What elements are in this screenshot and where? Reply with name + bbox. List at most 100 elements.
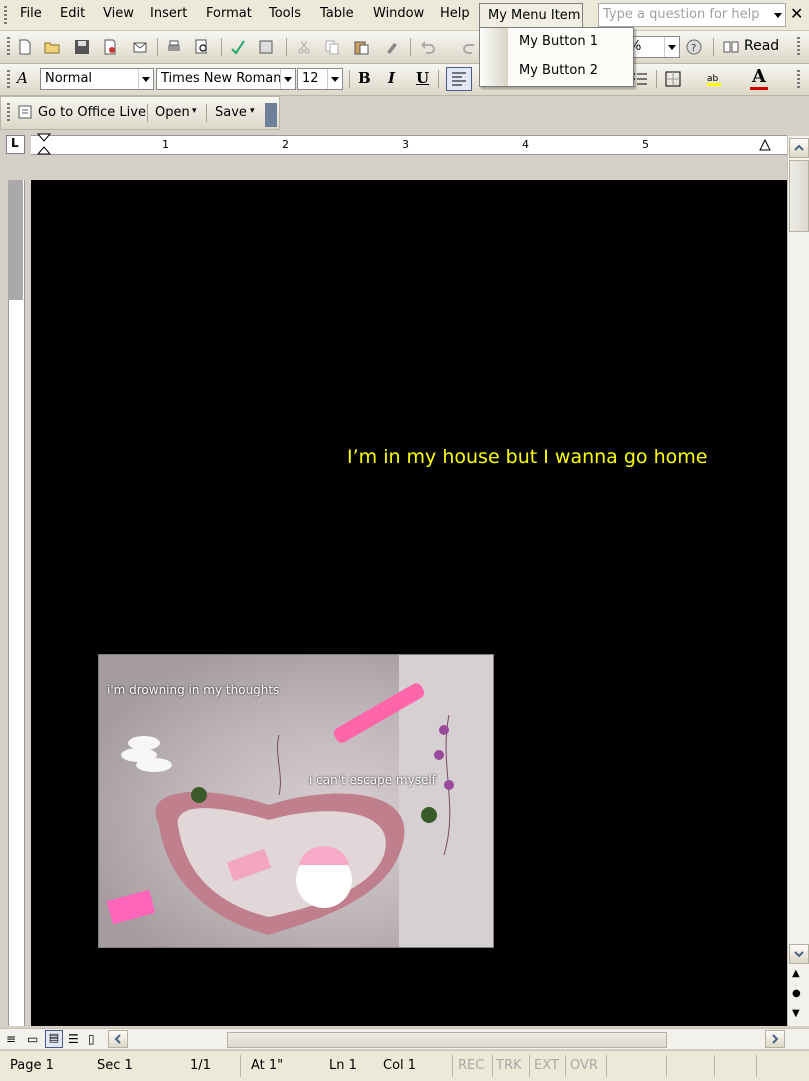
font-size-dropdown-arrow[interactable]: [327, 69, 342, 89]
paste-icon[interactable]: [353, 39, 369, 55]
vertical-scroll-thumb[interactable]: [789, 160, 809, 232]
cut-icon[interactable]: [296, 39, 312, 55]
vertical-ruler-track[interactable]: [8, 180, 25, 1026]
menu-table[interactable]: Table: [320, 6, 354, 21]
toolbar-options-grip[interactable]: [797, 37, 800, 57]
research-icon[interactable]: [258, 39, 274, 55]
italic-button[interactable]: I: [388, 69, 395, 87]
go-to-office-live-button[interactable]: Go to Office Live: [38, 105, 146, 120]
open-folder-icon[interactable]: [44, 39, 60, 55]
status-ext[interactable]: EXT: [534, 1058, 559, 1073]
copy-icon[interactable]: [324, 39, 340, 55]
print-preview-icon[interactable]: [194, 39, 210, 55]
menu-edit[interactable]: Edit: [60, 6, 85, 21]
read-book-icon[interactable]: [723, 39, 739, 55]
status-separator: [714, 1055, 715, 1077]
bathtub-scene-illustration: [106, 655, 493, 947]
status-trk[interactable]: TRK: [496, 1058, 522, 1073]
font-color-icon[interactable]: A: [752, 66, 766, 87]
new-document-icon[interactable]: [17, 39, 33, 55]
ruler-track[interactable]: 1 2 3 4 5: [31, 133, 787, 157]
document-text[interactable]: I’m in my house but I wanna go home: [347, 446, 707, 468]
bullets-icon[interactable]: [632, 71, 648, 87]
save-chevron-down-icon: ▾: [250, 106, 255, 116]
scroll-right-button[interactable]: [765, 1030, 785, 1048]
open-menu-button[interactable]: Open: [155, 105, 190, 120]
status-rec[interactable]: REC: [458, 1058, 484, 1073]
menu-tools[interactable]: Tools: [269, 6, 301, 21]
web-layout-view-icon[interactable]: ▭: [27, 1032, 38, 1046]
undo-icon[interactable]: [420, 39, 436, 55]
outline-view-icon[interactable]: ☰: [68, 1032, 79, 1046]
align-left-button[interactable]: [446, 67, 472, 91]
menu-insert[interactable]: Insert: [150, 6, 187, 21]
status-ovr[interactable]: OVR: [570, 1058, 598, 1073]
style-combo[interactable]: Normal: [40, 68, 154, 90]
vertical-ruler: [0, 160, 31, 1026]
spelling-icon[interactable]: [230, 39, 246, 55]
my-button-2[interactable]: My Button 2: [519, 63, 598, 78]
ruler-number: 3: [402, 138, 409, 151]
highlight-icon[interactable]: ab: [706, 71, 722, 87]
menu-file[interactable]: File: [20, 6, 42, 21]
menu-view[interactable]: View: [103, 6, 134, 21]
toolbar-separator: [221, 38, 222, 56]
font-dropdown-arrow[interactable]: [280, 69, 295, 89]
font-combo[interactable]: Times New Roman: [156, 68, 296, 90]
normal-view-icon[interactable]: ≡: [6, 1032, 16, 1046]
redo-icon[interactable]: [462, 39, 478, 55]
toolbar-grip[interactable]: [7, 103, 10, 123]
next-page-icon[interactable]: ▼: [792, 1008, 800, 1019]
vertical-scrollbar[interactable]: ▲ ● ▼: [787, 136, 809, 1026]
save-icon[interactable]: [74, 39, 90, 55]
my-button-1[interactable]: My Button 1: [519, 34, 598, 49]
menu-window[interactable]: Window: [373, 6, 424, 21]
style-dropdown-arrow[interactable]: [138, 69, 153, 89]
print-layout-view-icon[interactable]: ▤: [45, 1030, 63, 1048]
toolbar-options-button[interactable]: [265, 103, 277, 127]
menu-format[interactable]: Format: [206, 6, 252, 21]
tab-selector-button[interactable]: [6, 135, 25, 154]
embedded-image[interactable]: i'm drowning in my thoughts i can't esca…: [98, 654, 494, 948]
scroll-left-button[interactable]: [108, 1030, 128, 1048]
close-document-icon[interactable]: ✕: [790, 4, 803, 23]
help-dropdown-arrow[interactable]: [769, 4, 785, 26]
help-search-box[interactable]: Type a question for help: [598, 3, 786, 27]
permission-icon[interactable]: [102, 39, 118, 55]
svg-text:?: ?: [691, 43, 696, 54]
right-indent-marker-icon[interactable]: [759, 139, 771, 151]
status-column: Col 1: [383, 1058, 417, 1073]
menu-my-menu-item[interactable]: My Menu Item: [479, 3, 583, 29]
menu-grip[interactable]: [4, 6, 7, 24]
font-size-combo[interactable]: 12: [297, 68, 343, 90]
save-menu-button[interactable]: Save: [215, 105, 247, 120]
font-value: Times New Roman: [161, 71, 282, 86]
menu-help[interactable]: Help: [440, 6, 470, 21]
help-icon[interactable]: ?: [686, 39, 702, 55]
document-page[interactable]: I’m in my house but I wanna go home i'm …: [31, 180, 787, 1026]
horizontal-scroll-thumb[interactable]: [227, 1032, 667, 1048]
status-separator: [565, 1055, 566, 1077]
indent-marker-icon[interactable]: [37, 133, 51, 157]
bold-button[interactable]: B: [358, 69, 371, 87]
toolbar-options-grip[interactable]: [797, 70, 800, 90]
format-painter-icon[interactable]: [384, 39, 400, 55]
help-placeholder: Type a question for help: [603, 7, 760, 22]
select-browse-object-icon[interactable]: ●: [792, 988, 801, 999]
scroll-up-button[interactable]: [789, 138, 809, 158]
status-separator: [240, 1055, 241, 1077]
office-live-icon: [18, 105, 32, 119]
email-icon[interactable]: [132, 39, 148, 55]
read-button-label[interactable]: Read: [744, 38, 779, 54]
reading-layout-view-icon[interactable]: ▯: [88, 1032, 95, 1046]
underline-button[interactable]: U: [416, 69, 429, 87]
scroll-down-button[interactable]: [789, 944, 809, 964]
status-separator: [606, 1055, 607, 1077]
toolbar-grip[interactable]: [7, 70, 10, 90]
zoom-dropdown-arrow[interactable]: [664, 37, 679, 57]
print-icon[interactable]: [166, 39, 182, 55]
borders-icon[interactable]: [665, 71, 681, 87]
styles-formatting-icon[interactable]: A: [17, 69, 28, 87]
toolbar-grip[interactable]: [7, 37, 10, 57]
previous-page-icon[interactable]: ▲: [792, 968, 800, 979]
